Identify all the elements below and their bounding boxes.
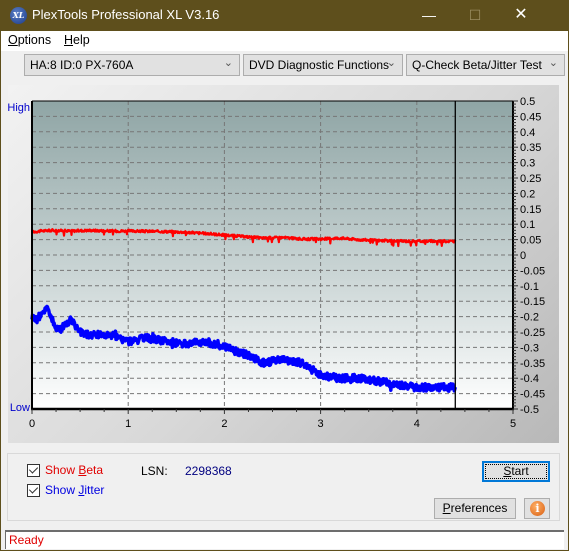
close-button[interactable]: ✕ — [498, 0, 544, 31]
y-tick-label: -0.4 — [520, 373, 539, 385]
chevron-down-icon: ⌄ — [223, 57, 233, 69]
info-button[interactable]: i — [524, 498, 550, 519]
y-label-high: High — [8, 102, 30, 114]
x-tick-label: 2 — [221, 418, 227, 430]
y-tick-label: -0.05 — [520, 265, 545, 277]
checkbox-checked-icon — [27, 483, 40, 497]
x-tick-label: 5 — [510, 418, 516, 430]
y-tick-label: -0.45 — [520, 389, 545, 401]
y-tick-label: 0.3 — [520, 158, 535, 170]
menu-help[interactable]: Help — [64, 33, 90, 47]
y-tick-label: 0.35 — [520, 142, 541, 154]
function-group-value: DVD Diagnostic Functions — [249, 58, 390, 72]
function-group-select[interactable]: DVD Diagnostic Functions ⌄ — [243, 54, 403, 76]
x-tick-label: 0 — [29, 418, 35, 430]
y-tick-label: -0.25 — [520, 327, 545, 339]
show-jitter-checkbox[interactable]: Show Jitter — [27, 483, 104, 497]
show-beta-checkbox[interactable]: Show Beta — [27, 463, 103, 477]
y-tick-label: 0.25 — [520, 173, 541, 185]
y-tick-label: 0.4 — [520, 127, 535, 139]
y-tick-label: -0.35 — [520, 358, 545, 370]
info-icon: i — [530, 501, 545, 516]
y-tick-label: 0.45 — [520, 111, 541, 123]
x-tick-label: 1 — [125, 418, 131, 430]
x-tick-label: 4 — [414, 418, 420, 430]
drive-select-value: HA:8 ID:0 PX-760A — [30, 58, 134, 72]
show-beta-label: Show Beta — [45, 463, 104, 477]
chart-panel: 0.5 0.45 0.4 0.35 0.3 0.25 0.2 0.15 0.1 0.05 0 -0.0… — [7, 85, 559, 443]
menu-bar: Options Help — [1, 31, 568, 51]
preferences-button[interactable]: Preferences — [434, 498, 516, 519]
drive-select[interactable]: HA:8 ID:0 PX-760A ⌄ — [24, 54, 240, 76]
beta-jitter-chart: 0.5 0.45 0.4 0.35 0.3 0.25 0.2 0.15 0.1 0.05 0 -0.0… — [7, 96, 545, 430]
start-button[interactable]: Start — [482, 461, 550, 482]
title-bar: XL PlexTools Professional XL V3.16 — ☐ ✕ — [1, 0, 568, 31]
toolbar: HA:8 ID:0 PX-760A ⌄ DVD Diagnostic Funct… — [1, 51, 568, 79]
app-logo-icon: XL — [10, 7, 27, 24]
menu-options-label: Options — [8, 33, 52, 47]
preferences-button-label: Preferences — [442, 501, 508, 515]
lsn-value: 2298368 — [185, 464, 232, 478]
window-title: PlexTools Professional XL V3.16 — [32, 7, 220, 22]
chevron-down-icon: ⌄ — [548, 57, 558, 69]
checkbox-checked-icon — [27, 463, 40, 477]
y-label-low: Low — [10, 402, 30, 414]
menu-options[interactable]: Options — [8, 33, 51, 47]
y-tick-label: 0.1 — [520, 219, 535, 231]
y-tick-label: 0 — [520, 250, 526, 262]
y-tick-label: -0.1 — [520, 281, 539, 293]
status-text: Ready — [9, 533, 44, 547]
y-tick-label: -0.2 — [520, 312, 539, 324]
y-tick-label: -0.5 — [520, 404, 539, 416]
y-tick-label: 0.2 — [520, 188, 535, 200]
maximize-button[interactable]: ☐ — [452, 0, 498, 31]
lsn-label: LSN: — [141, 464, 168, 478]
y-tick-label: 0.15 — [520, 204, 541, 216]
show-jitter-label: Show Jitter — [45, 483, 105, 497]
y-tick-label: -0.15 — [520, 296, 545, 308]
y-tick-label: 0.05 — [520, 235, 541, 247]
test-select[interactable]: Q-Check Beta/Jitter Test ⌄ — [406, 54, 565, 76]
x-tick-label: 3 — [318, 418, 324, 430]
controls-panel: Show Beta Show Jitter LSN: 2298368 Start… — [7, 453, 560, 521]
status-bar: Ready — [5, 530, 564, 549]
y-tick-label: 0.5 — [520, 96, 535, 108]
app-window: XL PlexTools Professional XL V3.16 — ☐ ✕… — [1, 0, 568, 550]
y-tick-label: -0.3 — [520, 342, 539, 354]
test-select-value: Q-Check Beta/Jitter Test — [412, 58, 542, 72]
minimize-button[interactable]: — — [406, 0, 452, 31]
chevron-down-icon: ⌄ — [386, 57, 396, 69]
menu-help-label: Help — [64, 33, 90, 47]
